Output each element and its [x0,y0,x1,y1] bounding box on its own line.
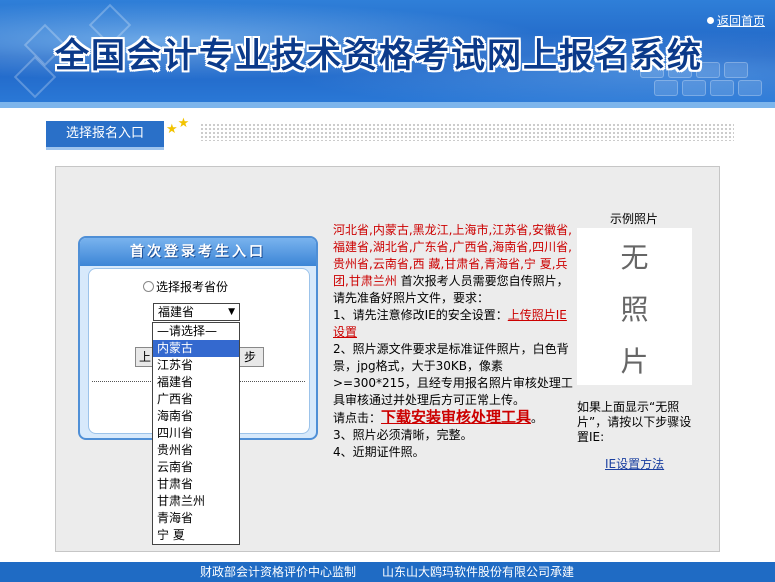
dotted-divider [200,123,734,141]
photo-note: 如果上面显示“无照片”，请按以下步骤设置IE: [577,400,692,444]
dropdown-option[interactable]: 青海省 [153,510,239,527]
item4-text: 4、近期证件照。 [333,445,425,459]
home-link[interactable]: 返回首页 [706,12,765,29]
item1-text: 1、请先注意修改IE的安全设置： [333,308,508,322]
tab-underline [46,147,164,150]
instructions-text: 河北省,内蒙古,黑龙江,上海市,江苏省,安徽省,福建省,湖北省,广东省,广西省,… [333,222,575,461]
download-tool-link[interactable]: 下载安装审核处理工具 [381,408,531,426]
next-step-button[interactable]: 步 [236,347,264,367]
keyboard-decoration [724,62,748,78]
keyboard-decoration [654,80,678,96]
dropdown-option[interactable]: 海南省 [153,408,239,425]
dropdown-option[interactable]: 宁 夏 [153,527,239,544]
tab-select-entry[interactable]: 选择报名入口 [46,121,164,147]
dropdown-option[interactable]: 四川省 [153,425,239,442]
photo-placeholder-char: 片 [620,345,649,378]
chevron-down-icon[interactable]: ▼ [228,304,235,320]
header-banner: 全国会计专业技术资格考试网上报名系统 返回首页 [0,0,775,102]
photo-placeholder-char: 无 [620,241,649,274]
keyboard-decoration [682,80,706,96]
footer: 财政部会计资格评价中心监制 山东山大鸥玛软件股份有限公司承建 [0,562,775,582]
dropdown-option[interactable]: 甘肃兰州 [153,493,239,510]
page-title: 全国会计专业技术资格考试网上报名系统 [55,36,703,76]
dropdown-option-selected[interactable]: 内蒙古 [153,340,239,357]
sample-photo-caption: 示例照片 [610,212,659,226]
province-radio[interactable]: 选择报考省份 [143,278,228,295]
radio-icon[interactable] [143,281,154,292]
province-radio-label: 选择报考省份 [156,280,229,294]
dropdown-option[interactable]: 福建省 [153,374,239,391]
dropdown-option[interactable]: —请选择— [153,323,239,340]
keyboard-decoration [738,80,762,96]
click-prefix-text: 请点击： [333,411,382,425]
dropdown-option[interactable]: 贵州省 [153,442,239,459]
province-dropdown-list[interactable]: —请选择— 内蒙古 江苏省 福建省 广西省 海南省 四川省 贵州省 云南省 甘肃… [152,322,240,545]
item3-text: 3、照片必须清晰，完整。 [333,428,473,442]
sample-photo: 无 照 片 [577,228,692,385]
header-band [0,102,775,108]
bullet-icon [706,17,714,24]
footer-supervisor: 财政部会计资格评价中心监制 [200,565,357,579]
province-select[interactable]: 福建省 ▼ [153,303,240,321]
dropdown-option[interactable]: 甘肃省 [153,476,239,493]
click-suffix-text: 。 [531,411,544,425]
item2-text: 2、照片源文件要求是标准证件照片，白色背景，jpg格式，大于30KB，像素>=3… [333,342,573,407]
login-box-title: 首次登录考生入口 [80,238,316,266]
photo-placeholder-char: 照 [620,293,649,326]
dropdown-option[interactable]: 江苏省 [153,357,239,374]
dropdown-option[interactable]: 云南省 [153,459,239,476]
star-icon: ★★ [166,116,190,137]
ie-settings-link[interactable]: IE设置方法 [605,455,664,472]
home-link-label[interactable]: 返回首页 [717,14,765,28]
dropdown-option[interactable]: 广西省 [153,391,239,408]
province-select-value: 福建省 [158,305,195,319]
keyboard-decoration [710,80,734,96]
footer-contractor: 山东山大鸥玛软件股份有限公司承建 [382,565,575,579]
